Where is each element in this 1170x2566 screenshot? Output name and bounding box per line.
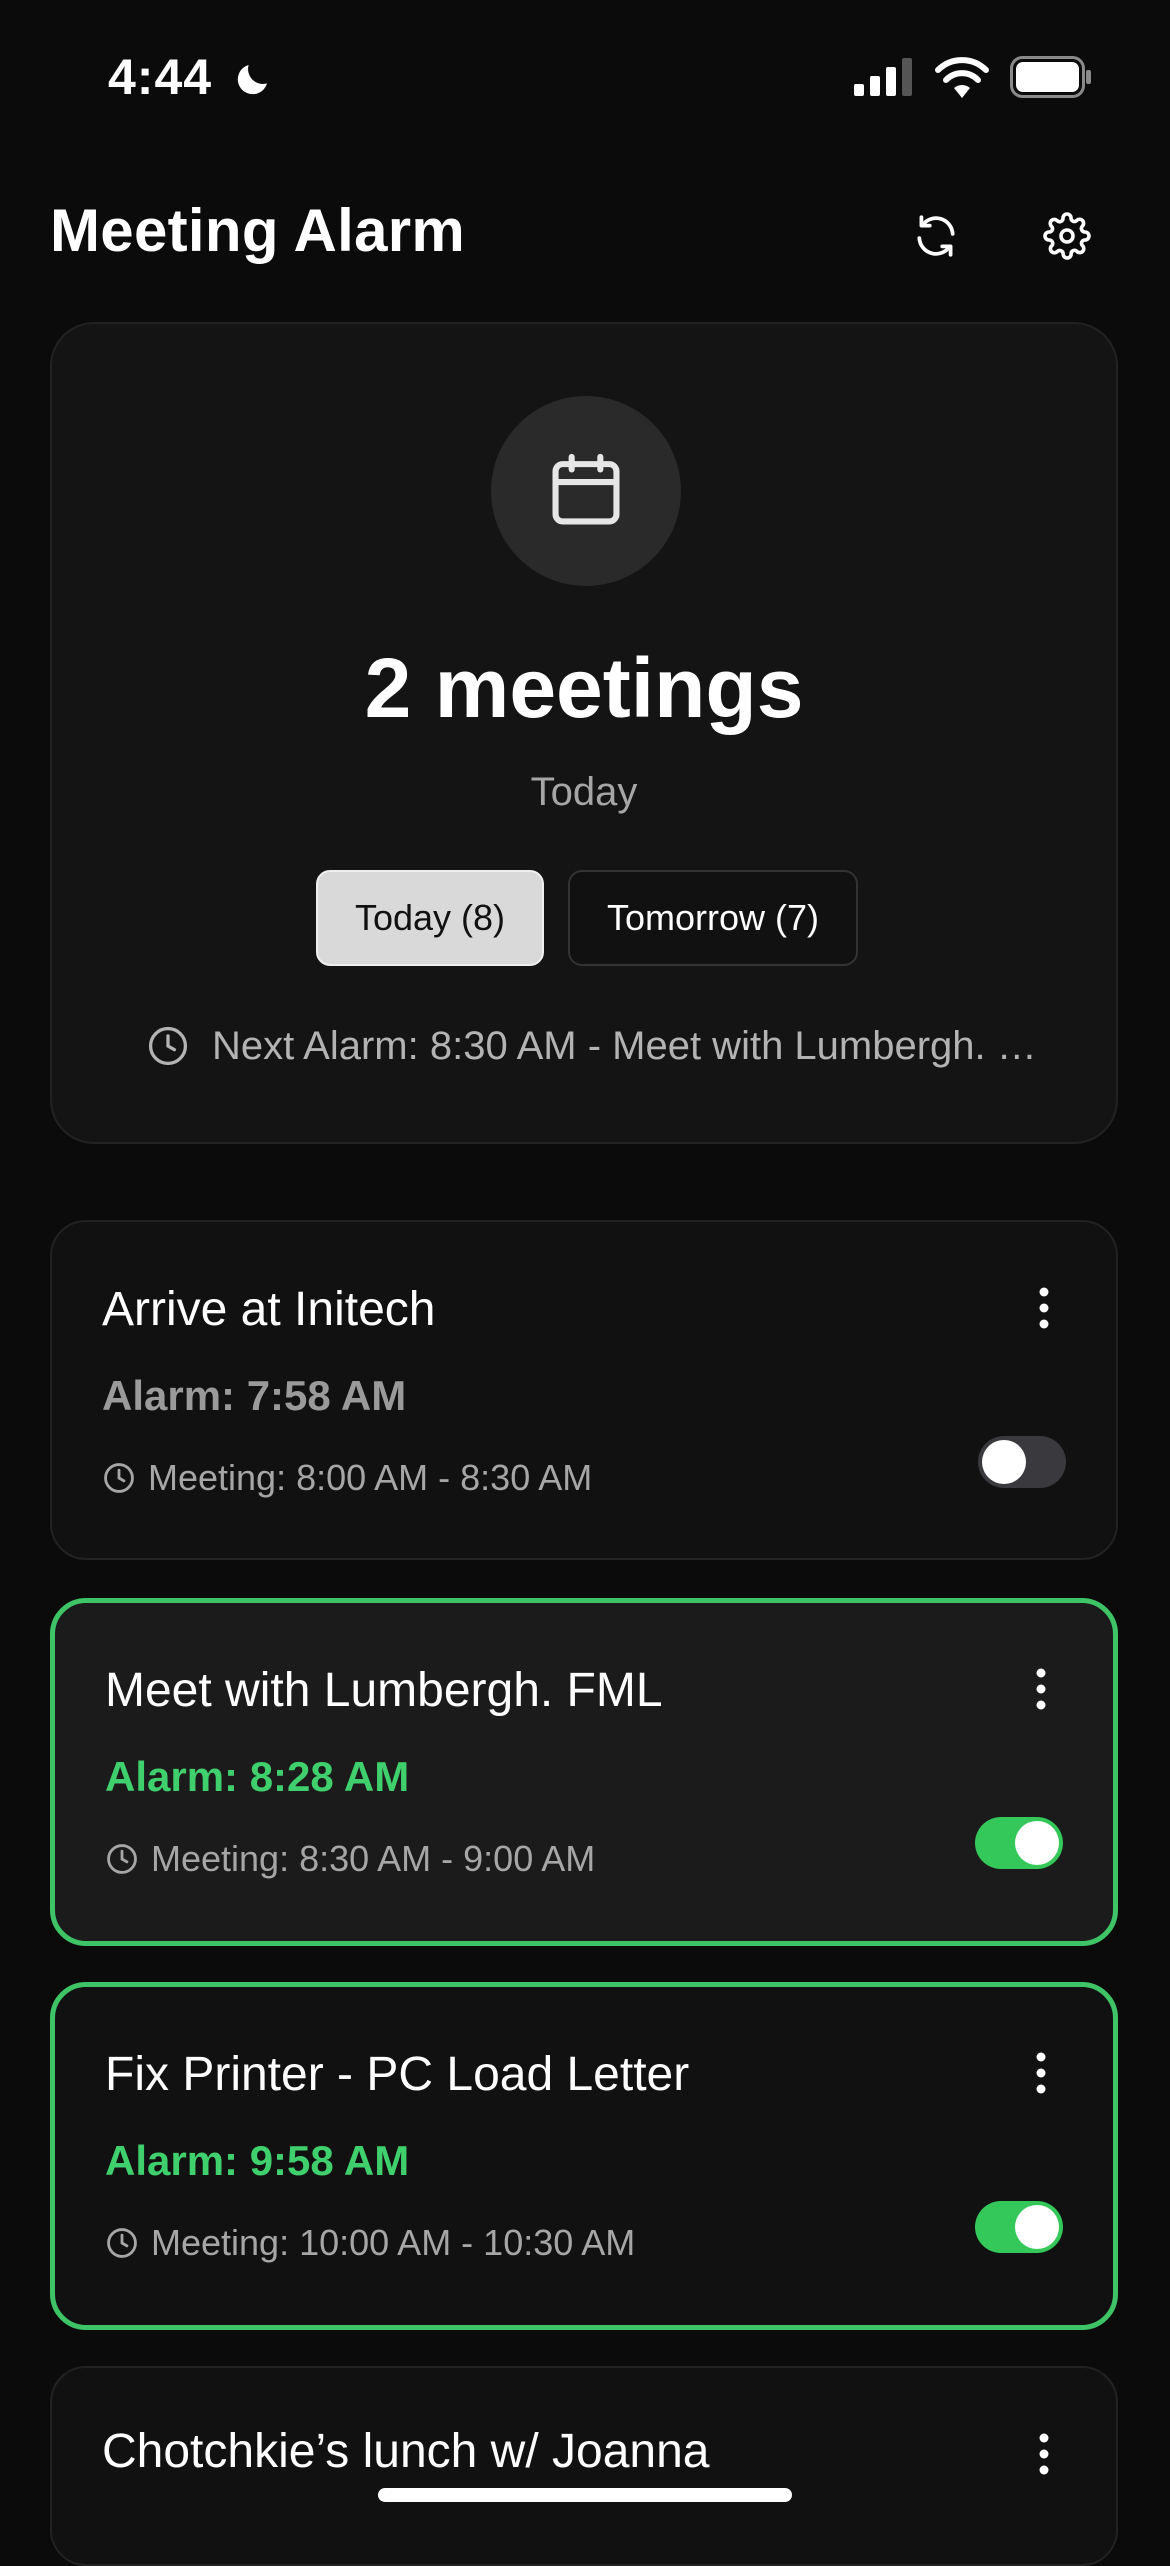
- next-alarm: Next Alarm: 8:30 AM - Meet with Lumbergh…: [124, 1016, 1054, 1076]
- more-options-button[interactable]: [1019, 2043, 1063, 2103]
- meeting-count: 2 meetings: [364, 641, 804, 735]
- meeting-time: Meeting: 10:00 AM - 10:30 AM: [105, 2221, 635, 2265]
- toggle-knob: [1015, 2205, 1059, 2249]
- alarm-time: Alarm: 9:58 AM: [105, 2137, 410, 2184]
- calendar-icon: [552, 453, 620, 525]
- alarm-toggle[interactable]: [975, 2201, 1063, 2253]
- meeting-title: Fix Printer - PC Load Letter: [105, 2048, 690, 2101]
- tab-tomorrow[interactable]: Tomorrow (7): [568, 870, 858, 966]
- next-alarm-text: Next Alarm: 8:30 AM - Meet with Lumbergh…: [212, 1023, 1054, 1068]
- clock-icon: [148, 1026, 188, 1066]
- signal-icon: [854, 58, 912, 96]
- page-title: Meeting Alarm: [50, 197, 466, 264]
- settings-button[interactable]: [1025, 194, 1109, 278]
- meeting-time-text: Meeting: 8:30 AM - 9:00 AM: [151, 1838, 596, 1879]
- more-options-button[interactable]: [1019, 1659, 1063, 1719]
- meeting-time: Meeting: 8:00 AM - 8:30 AM: [102, 1456, 592, 1500]
- alarm-toggle[interactable]: [978, 1436, 1066, 1488]
- tab-today[interactable]: Today (8): [316, 870, 544, 966]
- toggle-knob: [1015, 1821, 1059, 1865]
- battery-icon: [1010, 56, 1091, 98]
- meeting-card[interactable]: Meet with Lumbergh. FML Alarm: 8:28 AM M…: [50, 1598, 1118, 1946]
- status-bar: 4:44: [0, 0, 1170, 150]
- meeting-time: Meeting: 8:30 AM - 9:00 AM: [105, 1837, 595, 1881]
- day-label: Today: [530, 770, 638, 814]
- refresh-button[interactable]: [894, 194, 978, 278]
- more-vertical-icon: [1036, 1668, 1046, 1710]
- meeting-title: Meet with Lumbergh. FML: [105, 1664, 663, 1717]
- toggle-knob: [982, 1440, 1026, 1484]
- meeting-time-text: Meeting: 10:00 AM - 10:30 AM: [151, 2222, 636, 2263]
- alarm-toggle[interactable]: [975, 1817, 1063, 1869]
- alarm-time: Alarm: 7:58 AM: [102, 1372, 407, 1419]
- meeting-time-text: Meeting: 8:00 AM - 8:30 AM: [148, 1457, 593, 1498]
- clock-icon: [104, 1463, 134, 1493]
- summary-card: 2 meetings Today Today (8) Tomorrow (7) …: [50, 322, 1118, 1144]
- meeting-title: Chotchkie’s lunch w/ Joanna: [102, 2425, 710, 2478]
- clock-icon: [107, 2228, 137, 2258]
- gear-icon: [1043, 212, 1091, 260]
- meeting-card[interactable]: Fix Printer - PC Load Letter Alarm: 9:58…: [50, 1982, 1118, 2330]
- more-vertical-icon: [1039, 2433, 1049, 2475]
- wifi-icon: [935, 57, 989, 98]
- home-indicator[interactable]: [378, 2488, 792, 2502]
- meeting-card[interactable]: Arrive at Initech Alarm: 7:58 AM Meeting…: [50, 1220, 1118, 1560]
- more-vertical-icon: [1039, 1287, 1049, 1329]
- more-options-button[interactable]: [1022, 2424, 1066, 2484]
- refresh-icon: [917, 215, 955, 257]
- clock-icon: [107, 1844, 137, 1874]
- meeting-title: Arrive at Initech: [102, 1283, 436, 1336]
- alarm-time: Alarm: 8:28 AM: [105, 1753, 410, 1800]
- meeting-card[interactable]: Chotchkie’s lunch w/ Joanna: [50, 2366, 1118, 2566]
- calendar-badge: [491, 396, 681, 586]
- more-vertical-icon: [1036, 2052, 1046, 2094]
- status-time: 4:44: [108, 49, 213, 105]
- more-options-button[interactable]: [1022, 1278, 1066, 1338]
- moon-icon: [237, 65, 267, 95]
